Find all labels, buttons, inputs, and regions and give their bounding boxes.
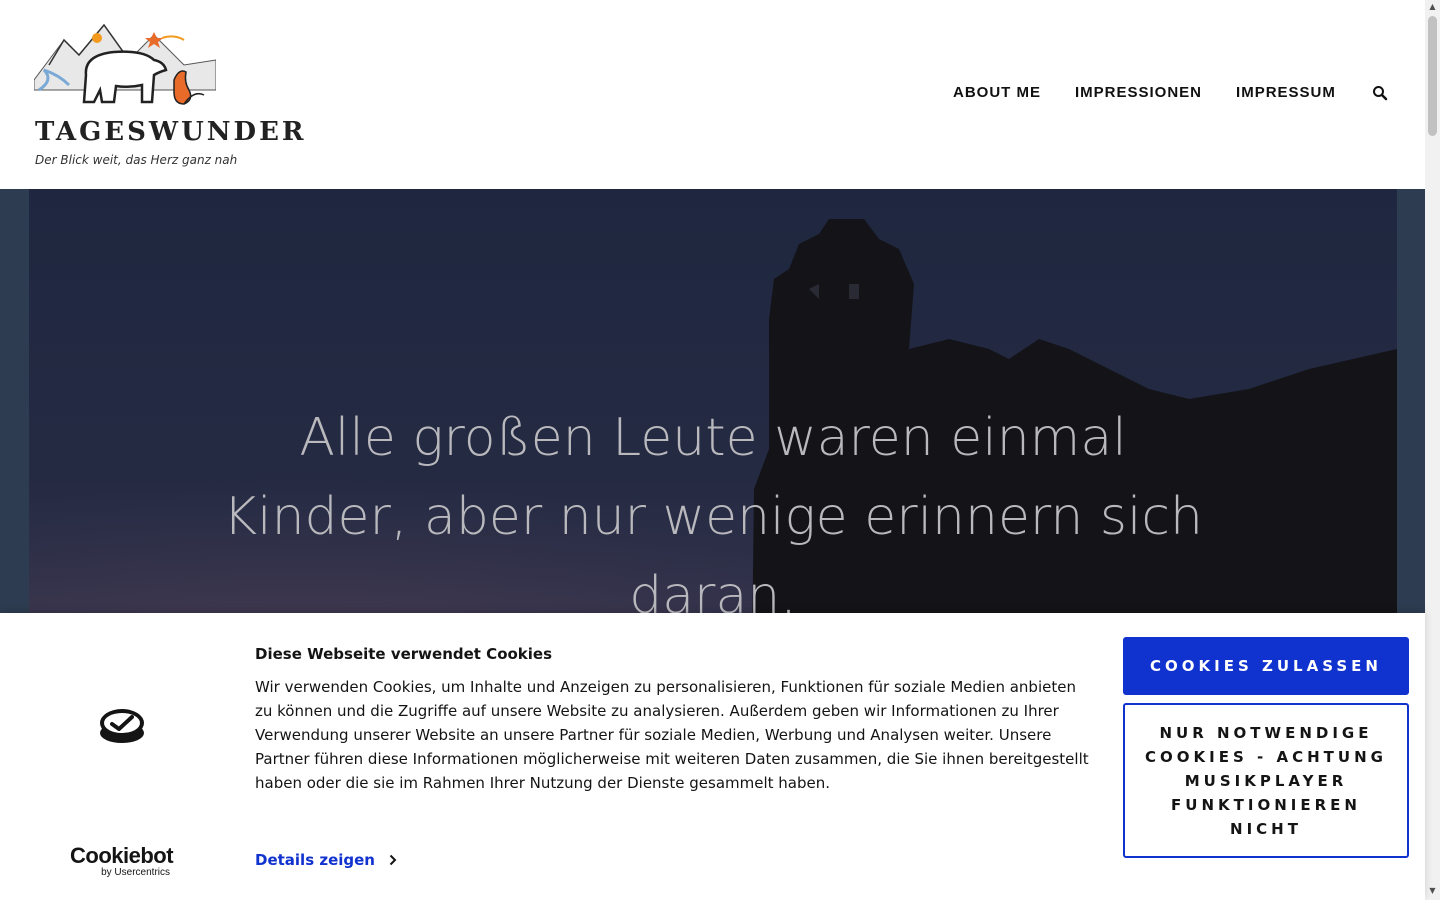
cookie-banner-title: Diese Webseite verwendet Cookies xyxy=(255,645,553,663)
details-show-link[interactable]: Details zeigen xyxy=(255,851,397,869)
cookie-consent-banner: Cookiebot by Usercentrics Diese Webseite… xyxy=(0,613,1425,900)
nav-item-about-me[interactable]: ABOUT ME xyxy=(953,84,1041,101)
page-scrollbar[interactable]: ▲ ▼ xyxy=(1425,0,1440,900)
main-nav: ABOUT ME IMPRESSIONEN IMPRESSUM xyxy=(953,84,1388,101)
cookiebot-brand-name: Cookiebot xyxy=(70,843,174,868)
cookie-banner-text: Wir verwenden Cookies, um Inhalte und An… xyxy=(255,678,1089,792)
allow-cookies-button[interactable]: COOKIES ZULASSEN xyxy=(1123,637,1409,695)
necessary-cookies-only-button[interactable]: NUR NOTWENDIGE COOKIES - ACHTUNG MUSIKPL… xyxy=(1123,703,1409,858)
site-header: TAGESWUNDER Der Blick weit, das Herz gan… xyxy=(0,0,1425,189)
hero-quote: Alle großen Leute waren einmal Kinder, a… xyxy=(223,408,1203,626)
cookiebot-logo[interactable]: Cookiebot by Usercentrics xyxy=(70,843,174,878)
nav-item-impressum[interactable]: IMPRESSUM xyxy=(1236,84,1336,101)
scroll-down-arrow-icon[interactable]: ▼ xyxy=(1428,887,1437,895)
cookiebot-icon xyxy=(100,709,144,743)
search-icon[interactable] xyxy=(1372,85,1388,101)
nav-item-impressionen[interactable]: IMPRESSIONEN xyxy=(1075,84,1202,101)
scroll-up-arrow-icon[interactable]: ▲ xyxy=(1428,3,1437,11)
site-title[interactable]: TAGESWUNDER xyxy=(35,117,307,147)
site-tagline: Der Blick weit, das Herz ganz nah xyxy=(35,153,238,167)
chevron-right-icon xyxy=(389,854,397,866)
bear-mountain-logo[interactable] xyxy=(34,20,216,112)
scrollbar-thumb[interactable] xyxy=(1428,16,1437,136)
details-show-label: Details zeigen xyxy=(255,851,375,869)
